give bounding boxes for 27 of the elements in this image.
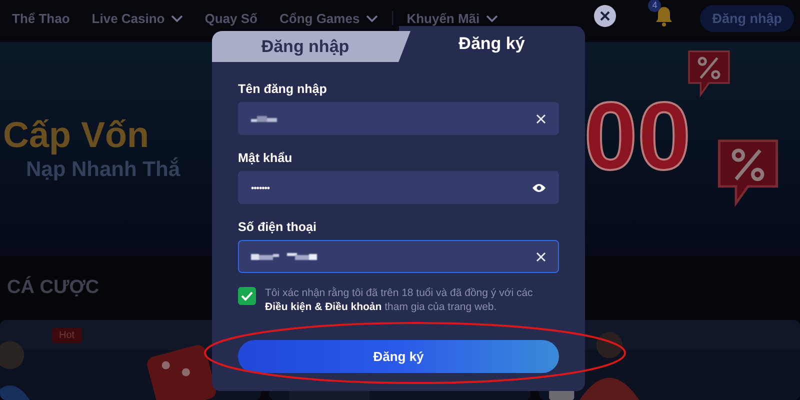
banner-subline: Nạp Nhanh Thắ xyxy=(26,158,180,182)
field-label: Mật khẩu xyxy=(238,151,294,165)
input-field[interactable]: ••••••• xyxy=(238,171,559,204)
input-field[interactable] xyxy=(238,102,559,135)
nav-link[interactable]: Cổng Games xyxy=(280,11,378,26)
tab[interactable]: Đăng nhập xyxy=(212,31,410,62)
nav-link[interactable]: Quay Số xyxy=(204,11,258,26)
checkbox[interactable] xyxy=(238,287,256,305)
field-label: Số điện thoại xyxy=(238,220,318,234)
nav-link[interactable]: Thể Thao xyxy=(12,11,70,26)
eye-icon[interactable] xyxy=(532,182,546,192)
password-value: ••••••• xyxy=(251,182,270,192)
nav-link[interactable]: Khuyến Mãi xyxy=(406,11,498,26)
check-icon xyxy=(241,291,253,301)
notification-badge: 4 xyxy=(648,0,662,12)
input-field[interactable] xyxy=(238,240,559,273)
consent-text: Tôi xác nhận rằng tôi đã trên 18 tuổi và đã đồng ý với các Điều kiện & Điều khoản tham gia của trang web. xyxy=(265,286,534,314)
close-icon xyxy=(600,11,610,21)
clear-icon[interactable] xyxy=(536,252,546,262)
banner-headline: Cấp Vốn xyxy=(3,114,150,156)
login-button[interactable]: Đăng nhập xyxy=(700,5,794,32)
clear-icon[interactable] xyxy=(536,114,546,124)
tab[interactable]: Đăng ký xyxy=(398,26,585,62)
nav-link[interactable]: Live Casino xyxy=(92,11,183,26)
banner-amount: 00 xyxy=(584,82,691,192)
field-label: Tên đăng nhập xyxy=(238,82,328,96)
register-button[interactable]: Đăng ký xyxy=(238,340,559,373)
